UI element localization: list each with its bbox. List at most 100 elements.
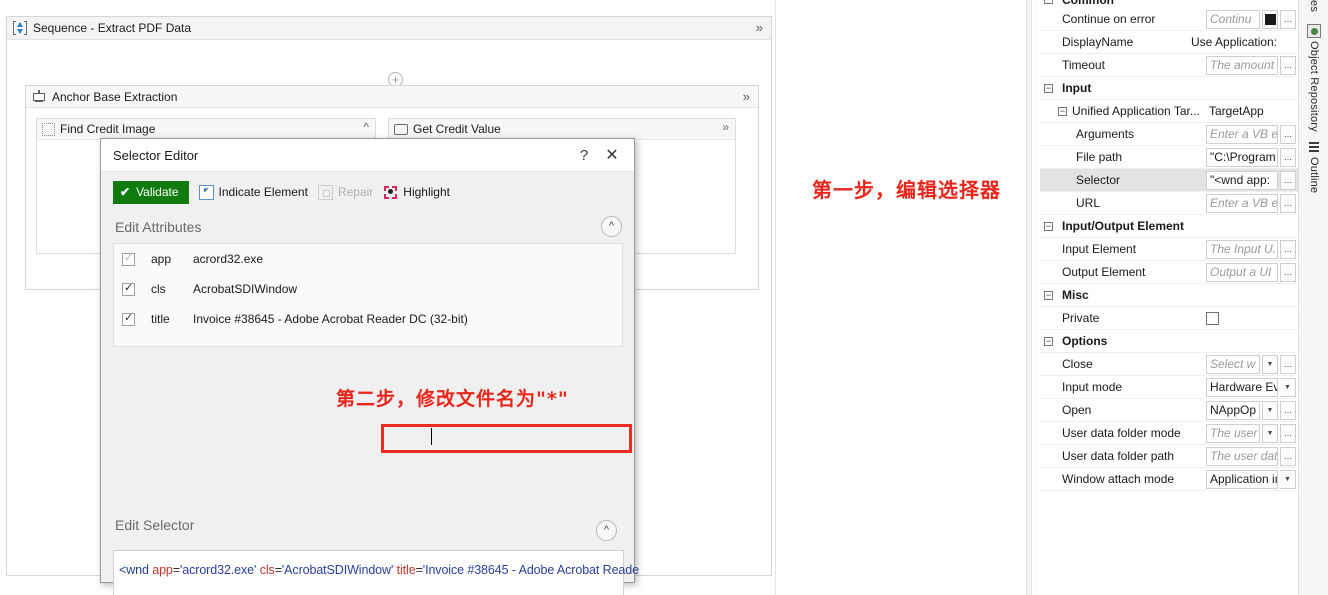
more-options-icon[interactable]: ... (1280, 354, 1296, 374)
property-value-container[interactable]: The amount ... (1206, 55, 1298, 75)
property-row-output-element[interactable]: Output Element Output a UI ... (1040, 261, 1298, 284)
property-value-container[interactable]: The user ▼ ... (1206, 423, 1298, 443)
property-value-container[interactable]: "C:\Program ... (1206, 147, 1298, 167)
more-options-icon[interactable]: ... (1280, 262, 1296, 282)
collapse-icon[interactable]: − (1044, 336, 1053, 346)
more-options-icon[interactable]: ... (1280, 170, 1296, 190)
property-row-selector[interactable]: Selector "<wnd app: ... (1040, 169, 1298, 192)
property-value[interactable]: "C:\Program (1206, 147, 1278, 167)
property-value[interactable]: NAppOp (1206, 400, 1260, 420)
property-value-container[interactable]: Select w ▼ ... (1206, 354, 1298, 374)
attribute-row[interactable]: title Invoice #38645 - Adobe Acrobat Rea… (114, 304, 622, 334)
property-row-window-attach-mode[interactable]: Window attach mode Application in ▼ (1040, 468, 1298, 491)
property-row-private[interactable]: Private (1040, 307, 1298, 330)
property-row-url[interactable]: URL Enter a VB e ... (1040, 192, 1298, 215)
property-value[interactable]: Output a UI (1206, 262, 1278, 282)
more-options-icon[interactable]: ... (1280, 193, 1296, 213)
indicate-element-button[interactable]: Indicate Element (198, 184, 308, 200)
property-row-continue-on-error[interactable]: Continue on error Continu ... (1040, 8, 1298, 31)
help-icon[interactable]: ? (570, 141, 598, 169)
sequence-header[interactable]: Sequence - Extract PDF Data » (7, 17, 771, 40)
edge-tab-outline[interactable]: Outline (1299, 140, 1328, 193)
collapse-icon[interactable]: − (1044, 0, 1053, 4)
edge-tab-partial[interactable]: es (1299, 0, 1328, 12)
property-value[interactable]: "<wnd app: (1206, 170, 1278, 190)
attribute-value[interactable]: AcrobatSDIWindow (193, 282, 297, 296)
collapse-icon[interactable]: − (1044, 221, 1053, 231)
more-options-icon[interactable]: ... (1280, 400, 1296, 420)
more-options-icon[interactable]: ... (1280, 147, 1296, 167)
edit-attributes-collapse-icon[interactable]: ^ (601, 216, 622, 237)
property-row-user-data-folder-path[interactable]: User data folder path The user dat ... (1040, 445, 1298, 468)
get-value-header[interactable]: Get Credit Value » (389, 119, 735, 140)
property-value-container[interactable]: Hardware Eve ▼ (1206, 377, 1298, 397)
properties-group-options[interactable]: − Options (1040, 330, 1298, 353)
properties-group-common[interactable]: − Common (1040, 0, 1298, 8)
more-options-icon[interactable]: ... (1280, 124, 1296, 144)
chevron-down-icon[interactable]: ▼ (1262, 423, 1278, 443)
property-value[interactable]: The user dat (1206, 446, 1278, 466)
property-row-displayname[interactable]: DisplayName Use Application: (1040, 31, 1298, 54)
edge-tab-object-repository[interactable]: Object Repository (1299, 24, 1328, 132)
get-value-collapse-icon[interactable]: » (722, 120, 729, 134)
property-value[interactable]: The user (1206, 423, 1260, 443)
property-row-arguments[interactable]: Arguments Enter a VB e ... (1040, 123, 1298, 146)
attribute-value[interactable]: Invoice #38645 - Adobe Acrobat Reader DC… (193, 312, 468, 326)
anchor-base-header[interactable]: Anchor Base Extraction » (26, 86, 758, 108)
attribute-row[interactable]: app acrord32.exe (114, 244, 622, 274)
property-value[interactable]: Hardware Eve (1206, 377, 1278, 397)
property-value[interactable]: The amount (1206, 55, 1278, 75)
property-value-container[interactable]: "<wnd app: ... (1206, 170, 1298, 190)
properties-group-input-output-element[interactable]: − Input/Output Element (1040, 215, 1298, 238)
highlight-button[interactable]: Highlight (383, 185, 450, 200)
more-options-icon[interactable]: ... (1280, 423, 1296, 443)
property-value[interactable]: The Input U. (1206, 239, 1278, 259)
more-options-icon[interactable]: ... (1280, 446, 1296, 466)
private-checkbox[interactable] (1206, 311, 1219, 325)
property-row-file-path[interactable]: File path "C:\Program ... (1040, 146, 1298, 169)
selector-textarea[interactable]: <wnd app='acrord32.exe' cls='AcrobatSDIW… (113, 550, 639, 595)
property-value-container[interactable]: Enter a VB e ... (1206, 124, 1298, 144)
property-value-container[interactable]: Continu ... (1206, 9, 1298, 29)
chevron-down-icon[interactable]: ▼ (1280, 469, 1296, 489)
property-value[interactable]: Select w (1206, 354, 1260, 374)
property-value-container[interactable]: The user dat ... (1206, 446, 1298, 466)
find-image-header[interactable]: Find Credit Image ^ (37, 119, 375, 140)
property-value[interactable]: TargetApp (1206, 102, 1296, 121)
anchor-collapse-icon[interactable]: » (743, 89, 750, 105)
property-value-container[interactable]: Use Application: (1188, 33, 1298, 52)
property-row-input-mode[interactable]: Input mode Hardware Eve ▼ (1040, 376, 1298, 399)
panel-splitter[interactable] (1026, 0, 1032, 595)
property-value[interactable]: Use Application: (1188, 33, 1296, 52)
property-value-container[interactable]: Application in ▼ (1206, 469, 1298, 489)
validate-button[interactable]: ✔ Validate (113, 180, 189, 204)
property-row-timeout[interactable]: Timeout The amount ... (1040, 54, 1298, 77)
property-row-user-data-folder-mode[interactable]: User data folder mode The user ▼ ... (1040, 422, 1298, 445)
property-value-container[interactable]: TargetApp (1206, 102, 1298, 121)
close-icon[interactable]: ✕ (598, 141, 626, 169)
find-image-collapse-icon[interactable]: ^ (363, 120, 369, 134)
properties-group-misc[interactable]: − Misc (1040, 284, 1298, 307)
property-value-container[interactable] (1206, 311, 1298, 325)
chevron-down-icon[interactable]: ▼ (1280, 377, 1296, 397)
property-value[interactable]: Application in (1206, 469, 1278, 489)
property-value[interactable]: Enter a VB e (1206, 193, 1278, 213)
property-row-open[interactable]: Open NAppOp ▼ ... (1040, 399, 1298, 422)
attribute-checkbox[interactable] (122, 251, 135, 266)
chevron-down-icon[interactable]: ▼ (1262, 400, 1278, 420)
collapse-icon[interactable]: − (1058, 106, 1067, 116)
property-value-container[interactable]: The Input U. ... (1206, 239, 1298, 259)
properties-group-input[interactable]: − Input (1040, 77, 1298, 100)
property-row-close[interactable]: Close Select w ▼ ... (1040, 353, 1298, 376)
attribute-checkbox[interactable] (122, 281, 135, 296)
property-value[interactable]: Enter a VB e (1206, 124, 1278, 144)
attribute-row[interactable]: cls AcrobatSDIWindow (114, 274, 622, 304)
property-row-unified-application-target[interactable]: − Unified Application Tar... TargetApp (1040, 100, 1298, 123)
expression-toggle-icon[interactable] (1262, 9, 1278, 29)
property-value[interactable]: Continu (1206, 9, 1260, 29)
more-options-icon[interactable]: ... (1280, 55, 1296, 75)
more-options-icon[interactable]: ... (1280, 239, 1296, 259)
sequence-collapse-icon[interactable]: » (756, 20, 763, 36)
attribute-checkbox[interactable] (122, 311, 135, 326)
chevron-down-icon[interactable]: ▼ (1262, 354, 1278, 374)
